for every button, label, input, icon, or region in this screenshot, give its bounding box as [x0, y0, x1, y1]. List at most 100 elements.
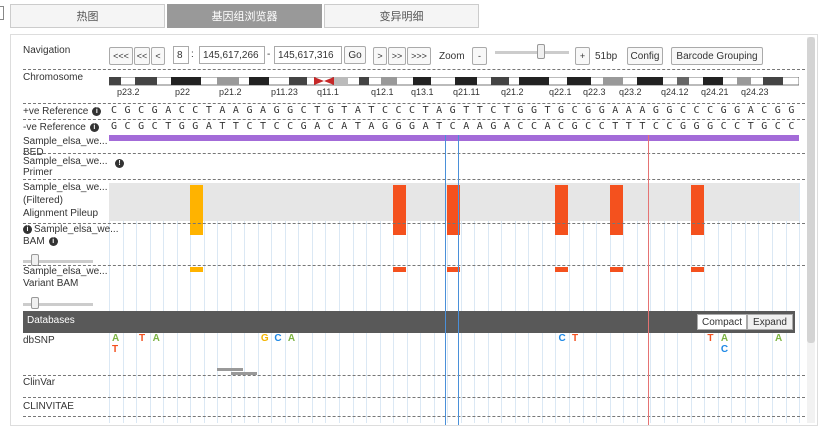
base-letter: G [761, 121, 768, 132]
dbsnp-indel-bar[interactable] [217, 368, 243, 371]
base-letter: T [544, 105, 551, 116]
info-icon[interactable]: i [92, 106, 102, 116]
pileup-track-label: Sample_elsa_we... (Filtered) Alignment Pil… [23, 182, 108, 219]
range-dash: - [267, 49, 271, 60]
variant-read-mismatch[interactable] [609, 267, 623, 272]
compact-button[interactable]: Compact [697, 314, 747, 330]
bam-read-mismatch[interactable] [609, 225, 623, 235]
dbsnp-allele[interactable]: G [261, 333, 269, 344]
tab-variant-details[interactable]: 变异明细 [324, 4, 479, 28]
dbsnp-allele[interactable]: T [112, 344, 118, 355]
step-forward-button[interactable]: > [373, 47, 387, 65]
base-letter: A [476, 121, 483, 132]
jump-back-button[interactable]: << [134, 47, 150, 65]
divider [23, 69, 805, 70]
divider [23, 416, 805, 417]
dbsnp-allele[interactable]: C [274, 333, 281, 344]
jump-forward-button[interactable]: >> [388, 47, 406, 65]
info-icon[interactable]: i [48, 236, 58, 246]
band-label: p21.2 [219, 87, 242, 97]
variant-read-mismatch[interactable] [190, 267, 204, 272]
tab-genome-browser[interactable]: 基因组浏览器 [167, 4, 322, 28]
databases-header: Databases Compact Expand [23, 311, 795, 333]
base-letter: C [652, 121, 659, 132]
pileup-variant-bar[interactable] [609, 185, 623, 227]
bam-read-mismatch[interactable] [690, 225, 704, 235]
zoom-slider[interactable] [495, 51, 569, 54]
divider [23, 397, 805, 398]
tab-heatmap[interactable]: 热图 [10, 4, 165, 28]
chromosome-input[interactable]: 8 [173, 46, 189, 64]
base-letter: C [761, 105, 768, 116]
base-letter: G [300, 121, 307, 132]
divider [23, 223, 805, 224]
band-label: p23.2 [117, 87, 140, 97]
base-letter: G [111, 121, 118, 132]
base-letter: A [354, 105, 361, 116]
dbsnp-allele[interactable]: A [775, 333, 782, 344]
base-letter: C [381, 105, 388, 116]
pileup-variant-bar[interactable] [555, 185, 569, 227]
variant-read-mismatch[interactable] [690, 267, 704, 272]
start-position-input[interactable]: 145,617,266 [199, 46, 265, 64]
pileup-variant-bar[interactable] [190, 185, 204, 227]
dbsnp-allele[interactable]: C [721, 344, 728, 355]
base-letter: T [625, 121, 632, 132]
zoom-slider-handle[interactable] [537, 44, 545, 59]
dbsnp-allele[interactable]: T [139, 333, 145, 344]
bam-read-mismatch[interactable] [190, 225, 204, 235]
base-letter: C [571, 105, 578, 116]
base-letter: A [205, 121, 212, 132]
variant-read-mismatch[interactable] [393, 267, 407, 272]
dbsnp-allele[interactable]: A [112, 333, 119, 344]
band-label: q11.1 [317, 87, 339, 97]
pileup-variant-bar[interactable] [393, 185, 407, 227]
jump-end-button[interactable]: >>> [407, 47, 431, 65]
zoom-label: Zoom [439, 51, 465, 62]
variant-read-mismatch[interactable] [555, 267, 569, 272]
go-button[interactable]: Go [344, 46, 366, 64]
zoom-out-button[interactable]: - [472, 47, 487, 65]
base-letter: C [679, 105, 686, 116]
base-letter: C [558, 121, 565, 132]
vertical-scrollbar[interactable] [807, 37, 815, 423]
base-letter: G [530, 105, 537, 116]
dbsnp-allele[interactable]: C [558, 333, 565, 344]
zoom-in-button[interactable]: + [575, 47, 590, 65]
base-letter: T [260, 121, 267, 132]
base-letter: C [138, 105, 145, 116]
end-position-input[interactable]: 145,617,316 [274, 46, 342, 64]
info-icon[interactable]: i [89, 122, 99, 132]
variant-slider-handle[interactable] [31, 297, 39, 309]
barcode-grouping-button[interactable]: Barcode Grouping [671, 47, 763, 65]
base-letter: G [693, 121, 700, 132]
config-button[interactable]: Config [627, 47, 663, 65]
band-label: q24.12 [661, 87, 689, 97]
positive-reference-label: +ve Reference i [23, 106, 102, 117]
pileup-variant-bar[interactable] [690, 185, 704, 227]
bam-read-mismatch[interactable] [393, 225, 407, 235]
base-letter: G [774, 105, 781, 116]
left-edge-marker [0, 6, 4, 20]
dbsnp-allele[interactable]: T [707, 333, 713, 344]
warning-icon[interactable]: ! [115, 159, 124, 168]
jump-start-button[interactable]: <<< [109, 47, 133, 65]
step-back-button[interactable]: < [151, 47, 165, 65]
base-letter: C [666, 121, 673, 132]
grid-line [799, 183, 801, 423]
info-icon[interactable]: i [23, 224, 32, 234]
expand-button[interactable]: Expand [747, 314, 793, 330]
band-label: q21.2 [501, 87, 524, 97]
dbsnp-allele[interactable]: A [153, 333, 160, 344]
dbsnp-allele[interactable]: T [572, 333, 578, 344]
base-letter: C [530, 121, 537, 132]
dbsnp-allele[interactable]: A [721, 333, 728, 344]
base-letter: A [639, 105, 646, 116]
base-letter: A [436, 105, 443, 116]
genome-browser-panel: Navigation <<< << < 8 : 145,617,266 - 14… [10, 34, 818, 426]
base-letter: G [327, 105, 334, 116]
scrollbar-thumb[interactable] [807, 37, 815, 343]
dbsnp-allele[interactable]: A [288, 333, 295, 344]
bam-read-mismatch[interactable] [555, 225, 569, 235]
band-label: q24.21 [701, 87, 729, 97]
